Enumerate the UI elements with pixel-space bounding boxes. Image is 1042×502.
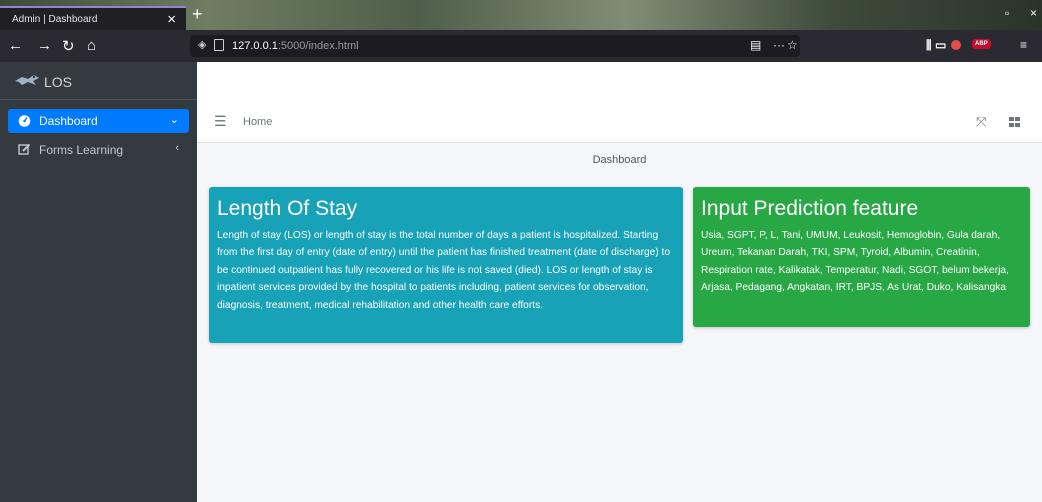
brand-logo-icon (15, 75, 39, 85)
sidebar-item-label: Dashboard (39, 114, 98, 128)
shield-icon[interactable]: ◈ (198, 38, 206, 51)
close-tab-icon[interactable]: × (167, 11, 176, 28)
card-text: Usia, SGPT, P, L, Tani, UMUM, Leukosit, … (701, 230, 1009, 294)
browser-tab-bar: Admin | Dashboard × + ▫ × (0, 0, 1042, 30)
page-info-icon[interactable] (214, 39, 224, 51)
card-title: Length Of Stay (217, 197, 358, 220)
close-window-icon[interactable]: × (1030, 6, 1037, 20)
card-text: Length of stay (LOS) or length of stay i… (217, 230, 671, 311)
restore-window-icon[interactable]: ▫ (1005, 6, 1009, 20)
brand-text: LOS (44, 74, 73, 90)
control-sidebar-grid-icon[interactable] (1009, 117, 1020, 127)
browser-toolbar: ← → ↻ ⌂ ◈ 127.0.0.1:5000/index.html ▤ ··… (0, 30, 1042, 62)
adblock-icon[interactable]: ABP (972, 39, 991, 49)
tab-title: Admin | Dashboard (12, 14, 98, 25)
card-title: Input Prediction feature (701, 197, 919, 220)
sidebar: LOS Dashboard ⌄ Forms Learning ‹ (0, 62, 197, 502)
fullscreen-icon[interactable]: ⤧ (976, 114, 986, 130)
url-bar[interactable]: ◈ 127.0.0.1:5000/index.html ▤ ··· ☆ (190, 35, 800, 57)
hamburger-menu-icon[interactable]: ☰ (214, 113, 227, 130)
tachometer-icon (18, 115, 31, 127)
sidebar-item-dashboard[interactable]: Dashboard ⌄ (8, 109, 189, 133)
reader-view-icon[interactable]: ▤ (750, 38, 761, 52)
page-actions-icon[interactable]: ··· (773, 38, 785, 52)
browser-tab[interactable]: Admin | Dashboard × (0, 6, 186, 30)
forward-arrow-icon[interactable]: → (37, 37, 52, 54)
length-of-stay-card: Length Of Stay Length of stay (LOS) or l… (209, 187, 683, 343)
library-icon[interactable]: ⫼ (926, 38, 932, 53)
url-host: 127.0.0.1 (232, 40, 278, 52)
sidebar-item-label: Forms Learning (39, 143, 124, 157)
main-header: ☰ Home ⤧ (197, 62, 1042, 143)
reload-icon[interactable]: ↻ (62, 37, 75, 55)
sidebar-toggle-icon[interactable]: ▭ (935, 38, 946, 52)
url-text: 127.0.0.1:5000/index.html (232, 40, 359, 52)
menu-icon[interactable]: ≡ (1020, 38, 1027, 52)
nav-link-home[interactable]: Home (243, 116, 272, 128)
extension-icon[interactable] (951, 40, 961, 50)
brand[interactable]: LOS (0, 62, 197, 100)
chevron-down-icon: ⌄ (169, 114, 179, 126)
input-prediction-card: Input Prediction feature Usia, SGPT, P, … (693, 187, 1030, 327)
edit-icon (18, 143, 31, 155)
page-title: Dashboard (592, 154, 647, 166)
chevron-left-icon: ‹ (175, 142, 179, 154)
home-icon[interactable]: ⌂ (87, 37, 96, 54)
new-tab-icon[interactable]: + (192, 4, 203, 25)
bookmark-star-icon[interactable]: ☆ (787, 38, 798, 52)
back-arrow-icon[interactable]: ← (8, 37, 23, 54)
url-path: :5000/index.html (277, 40, 359, 52)
sidebar-item-forms-learning[interactable]: Forms Learning ‹ (8, 138, 189, 162)
